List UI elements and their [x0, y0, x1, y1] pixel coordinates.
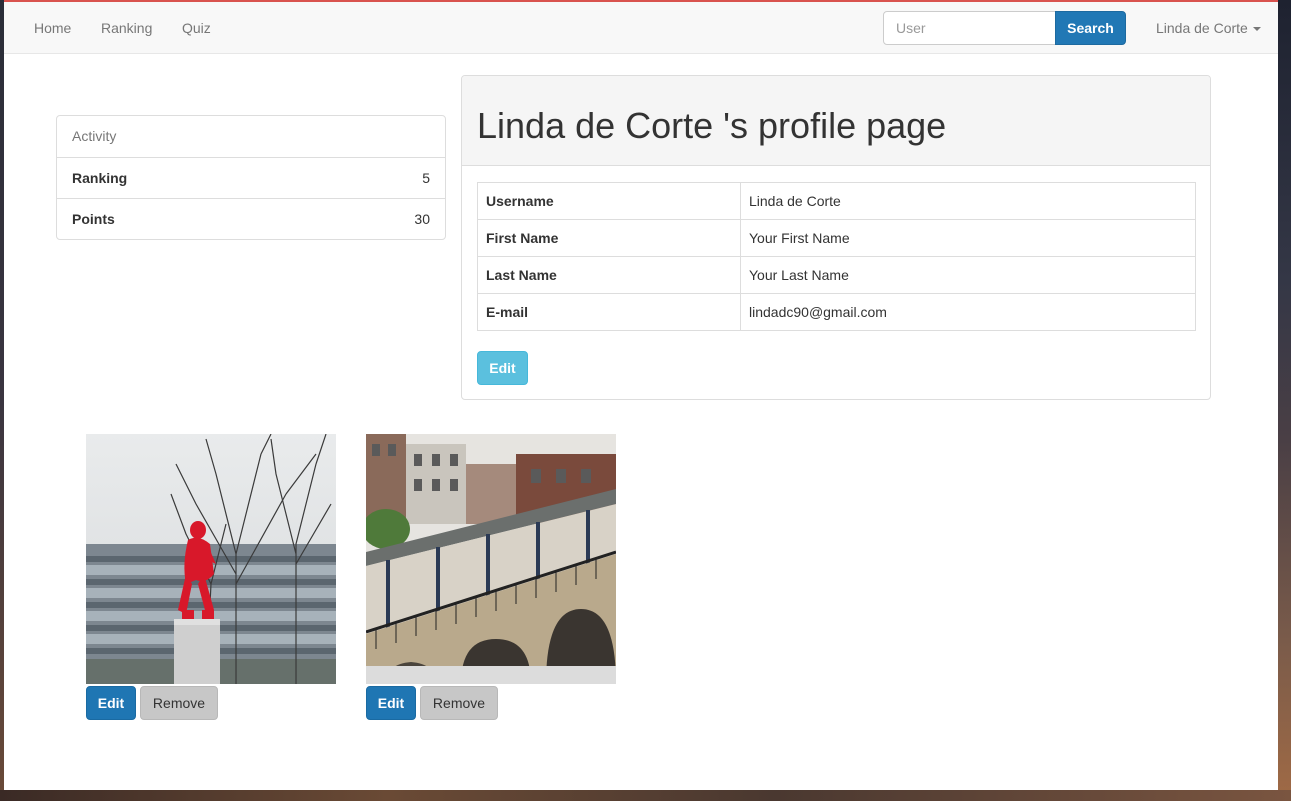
- photo-remove-button[interactable]: Remove: [420, 686, 498, 720]
- user-menu-label: Linda de Corte: [1156, 20, 1248, 36]
- field-value: Linda de Corte: [740, 182, 1196, 220]
- field-value: lindadc90@gmail.com: [740, 293, 1196, 331]
- activity-label: Ranking: [72, 170, 128, 186]
- table-row: Username Linda de Corte: [477, 182, 1196, 220]
- navbar: Home Ranking Quiz Search Linda de Corte: [4, 2, 1278, 54]
- activity-panel: Activity Ranking 5 Points 30: [56, 115, 446, 240]
- profile-info-table: Username Linda de Corte First Name Your …: [477, 182, 1196, 331]
- page-title: Linda de Corte 's profile page: [477, 105, 947, 146]
- activity-value: 5: [422, 170, 430, 186]
- caret-down-icon: [1252, 27, 1261, 32]
- nav-quiz-link[interactable]: Quiz: [182, 2, 211, 54]
- activity-heading-row: Activity: [57, 116, 445, 157]
- table-row: First Name Your First Name: [477, 219, 1196, 257]
- field-label: First Name: [477, 219, 741, 257]
- activity-row-ranking: Ranking 5: [57, 157, 445, 198]
- activity-label: Points: [72, 211, 115, 227]
- edit-profile-button[interactable]: Edit: [477, 351, 528, 385]
- field-label: Last Name: [477, 256, 741, 294]
- profile-panel-heading: Linda de Corte 's profile page: [462, 76, 1210, 166]
- desktop-background-bottom: [0, 790, 1291, 801]
- user-menu-dropdown[interactable]: Linda de Corte: [1156, 2, 1261, 54]
- red-statue-photo: [86, 434, 336, 684]
- browser-window: Home Ranking Quiz Search Linda de Corte …: [4, 0, 1278, 790]
- nav-home-link[interactable]: Home: [34, 2, 71, 54]
- staircase-building-photo: [366, 434, 616, 684]
- activity-value: 30: [414, 211, 430, 227]
- field-value: Your Last Name: [740, 256, 1196, 294]
- profile-panel: Linda de Corte 's profile page Username …: [461, 75, 1211, 400]
- photo-remove-button[interactable]: Remove: [140, 686, 218, 720]
- table-row: E-mail lindadc90@gmail.com: [477, 293, 1196, 331]
- user-search-input[interactable]: [883, 11, 1057, 45]
- photo-edit-button[interactable]: Edit: [86, 686, 136, 720]
- activity-heading: Activity: [72, 128, 117, 144]
- activity-row-points: Points 30: [57, 198, 445, 239]
- search-button[interactable]: Search: [1055, 11, 1126, 45]
- field-label: Username: [477, 182, 741, 220]
- desktop-background-right: [1278, 0, 1291, 801]
- field-label: E-mail: [477, 293, 741, 331]
- nav-ranking-link[interactable]: Ranking: [101, 2, 152, 54]
- table-row: Last Name Your Last Name: [477, 256, 1196, 294]
- field-value: Your First Name: [740, 219, 1196, 257]
- photo-edit-button[interactable]: Edit: [366, 686, 416, 720]
